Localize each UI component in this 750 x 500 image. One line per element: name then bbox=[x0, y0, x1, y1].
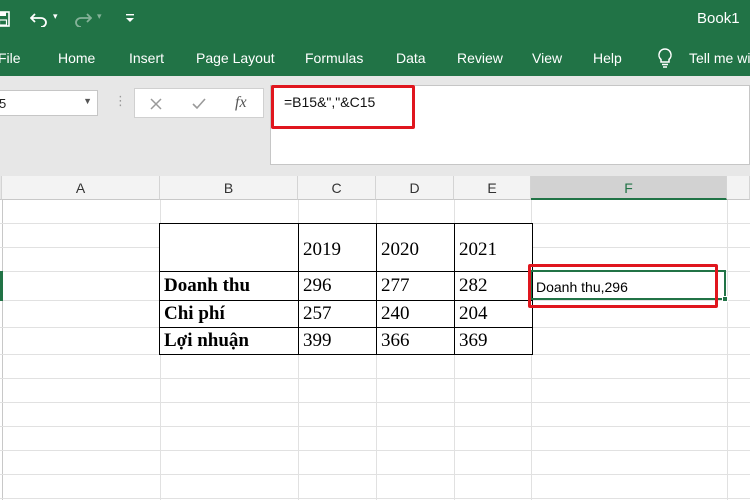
tab-file[interactable]: File bbox=[0, 50, 21, 66]
table-cell[interactable]: 240 bbox=[376, 300, 455, 328]
fill-handle[interactable] bbox=[722, 296, 728, 302]
grid-hline bbox=[0, 498, 750, 499]
row-header-edge bbox=[2, 200, 3, 500]
table-header-cell[interactable] bbox=[159, 223, 299, 272]
table-header-cell[interactable]: 2019 bbox=[298, 223, 377, 272]
name-box-value: 5 bbox=[0, 96, 7, 111]
table-cell[interactable]: 366 bbox=[376, 327, 455, 355]
formula-bar-grip-icon: ⋮ bbox=[114, 94, 127, 109]
tab-help[interactable]: Help bbox=[593, 50, 622, 66]
tab-formulas[interactable]: Formulas bbox=[305, 50, 363, 66]
column-header-c[interactable]: C bbox=[298, 176, 376, 200]
row-label-cell[interactable]: Lợi nhuận bbox=[159, 327, 299, 355]
cancel-icon[interactable] bbox=[149, 97, 163, 111]
workbook-title: Book1 bbox=[697, 10, 740, 27]
table-cell[interactable]: 369 bbox=[454, 327, 533, 355]
table-header-cell[interactable]: 2020 bbox=[376, 223, 455, 272]
redo-icon[interactable] bbox=[74, 11, 92, 27]
column-header-d[interactable]: D bbox=[376, 176, 454, 200]
result-highlight-box bbox=[528, 264, 718, 308]
tab-page-layout[interactable]: Page Layout bbox=[196, 50, 275, 66]
undo-icon[interactable] bbox=[30, 11, 48, 27]
name-box-dropdown-icon[interactable]: ▼ bbox=[83, 96, 92, 106]
column-header-b[interactable]: B bbox=[160, 176, 298, 200]
title-bar: ▾ ▾ Book1 bbox=[0, 0, 750, 38]
table-cell[interactable]: 282 bbox=[454, 271, 533, 301]
tell-me-search[interactable]: Tell me wi bbox=[689, 50, 750, 66]
column-header-a[interactable]: A bbox=[2, 176, 160, 200]
redo-dropdown-icon[interactable]: ▾ bbox=[97, 12, 102, 22]
tab-home[interactable]: Home bbox=[58, 50, 95, 66]
table-row: Doanh thu 296 277 282 bbox=[159, 271, 533, 301]
tab-review[interactable]: Review bbox=[457, 50, 503, 66]
lightbulb-icon[interactable] bbox=[657, 48, 673, 68]
tab-view[interactable]: View bbox=[532, 50, 562, 66]
formula-highlight-box bbox=[271, 85, 415, 129]
row-label-cell[interactable]: Chi phí bbox=[159, 300, 299, 328]
row-label-cell[interactable]: Doanh thu bbox=[159, 271, 299, 301]
column-header-f[interactable]: F bbox=[531, 176, 727, 200]
tab-insert[interactable]: Insert bbox=[129, 50, 164, 66]
table-cell[interactable]: 204 bbox=[454, 300, 533, 328]
table-cell[interactable]: 257 bbox=[298, 300, 377, 328]
table-header-row: 2019 2020 2021 bbox=[159, 223, 533, 272]
grid-hline bbox=[0, 474, 750, 475]
grid-vline bbox=[727, 200, 728, 500]
customize-qat-icon[interactable] bbox=[125, 13, 135, 23]
table-header-cell[interactable]: 2021 bbox=[454, 223, 533, 272]
formula-buttons: fx bbox=[134, 88, 264, 118]
grid-hline bbox=[0, 426, 750, 427]
column-header-e[interactable]: E bbox=[454, 176, 531, 200]
check-icon[interactable] bbox=[191, 97, 207, 111]
table-cell[interactable]: 399 bbox=[298, 327, 377, 355]
grid-hline bbox=[0, 378, 750, 379]
ribbon-tabs: File Home Insert Page Layout Formulas Da… bbox=[0, 38, 750, 76]
tab-data[interactable]: Data bbox=[396, 50, 426, 66]
insert-function-icon[interactable]: fx bbox=[235, 94, 247, 112]
name-box[interactable]: 5 ▼ bbox=[0, 90, 98, 116]
table-cell[interactable]: 277 bbox=[376, 271, 455, 301]
table-row: Lợi nhuận 399 366 369 bbox=[159, 327, 533, 355]
column-header-g[interactable] bbox=[727, 176, 750, 200]
excel-window: ▾ ▾ Book1 File Home Insert Page Layout F… bbox=[0, 0, 750, 500]
undo-dropdown-icon[interactable]: ▾ bbox=[53, 12, 58, 22]
grid-hline bbox=[0, 450, 750, 451]
grid-hline bbox=[0, 402, 750, 403]
table-row: Chi phí 257 240 204 bbox=[159, 300, 533, 328]
selected-row-indicator bbox=[0, 271, 3, 301]
table-cell[interactable]: 296 bbox=[298, 271, 377, 301]
save-icon[interactable] bbox=[0, 11, 10, 27]
data-table: 2019 2020 2021 Doanh thu 296 277 282 Chi… bbox=[159, 223, 533, 355]
